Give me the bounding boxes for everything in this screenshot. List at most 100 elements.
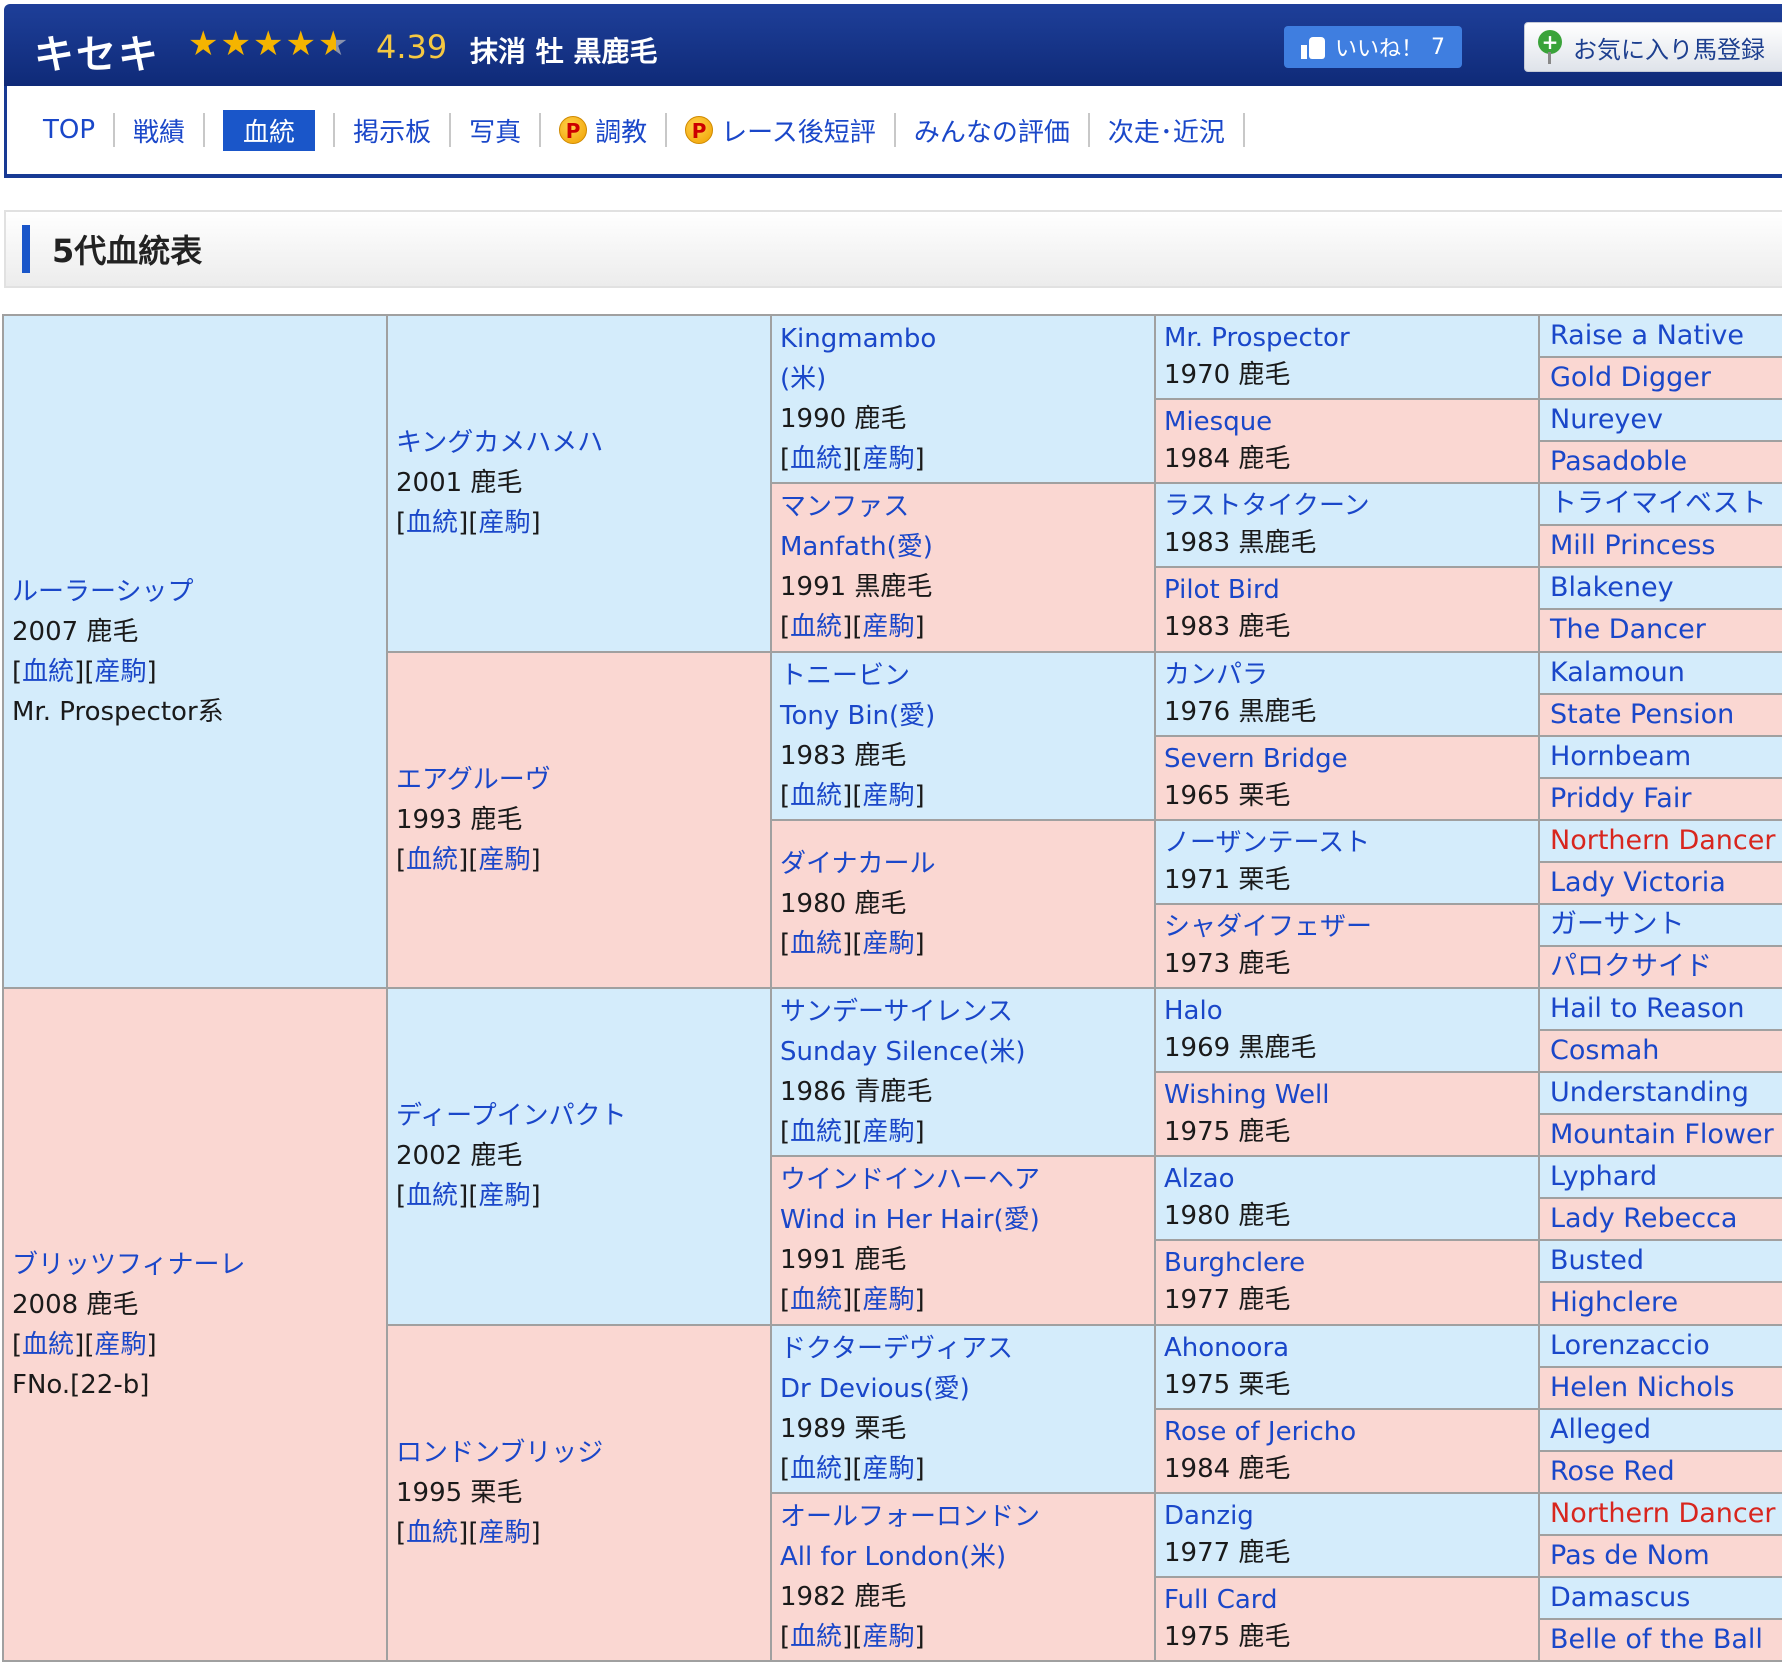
ancestor-name[interactable]: Northern Dancer <box>1540 1494 1782 1532</box>
ancestor-name[interactable]: ウインドインハーヘア <box>780 1160 1148 1200</box>
ancestor-name[interactable]: ノーザンテースト <box>1164 825 1532 862</box>
progeny-link[interactable]: 産駒 <box>862 1454 914 1484</box>
tab-results[interactable]: 戦績 <box>115 113 206 148</box>
ancestor-name[interactable]: Wishing Well <box>1164 1077 1532 1114</box>
ancestor-name[interactable]: Alleged <box>1540 1410 1782 1448</box>
pedigree-link[interactable]: 血統 <box>790 1454 842 1484</box>
ancestor-name[interactable]: キングカメハメハ <box>396 423 764 463</box>
ancestor-name[interactable]: ブリッツフィナーレ <box>12 1245 380 1285</box>
tab-top[interactable]: TOP <box>37 113 116 147</box>
ancestor-name[interactable]: Gold Digger <box>1540 358 1782 396</box>
ancestor-name[interactable]: Mr. Prospector <box>1164 320 1532 357</box>
ancestor-name[interactable]: ダイナカール <box>780 844 1148 884</box>
tab-review[interactable]: P レース後短評 <box>667 113 896 148</box>
ancestor-name-alt[interactable]: Tony Bin(愛) <box>780 696 1148 736</box>
ancestor-name-alt[interactable]: All for London(米) <box>780 1537 1148 1577</box>
tab-pedigree[interactable]: 血統 <box>205 109 336 151</box>
progeny-link[interactable]: 産駒 <box>94 657 146 687</box>
progeny-link[interactable]: 産駒 <box>862 1622 914 1652</box>
ancestor-name[interactable]: Lyphard <box>1540 1157 1782 1195</box>
favorite-horse-button[interactable]: + お気に入り馬登録 <box>1524 22 1782 72</box>
progeny-link[interactable]: 産駒 <box>862 612 914 642</box>
tab-training[interactable]: P 調教 <box>541 113 668 148</box>
ancestor-name[interactable]: The Dancer <box>1540 610 1782 648</box>
ancestor-name[interactable]: Belle of the Ball <box>1540 1620 1782 1658</box>
ancestor-name[interactable]: Danzig <box>1164 1498 1532 1535</box>
pedigree-link[interactable]: 血統 <box>406 508 458 538</box>
ancestor-name[interactable]: Alzao <box>1164 1161 1532 1198</box>
ancestor-name[interactable]: Raise a Native <box>1540 316 1782 354</box>
progeny-link[interactable]: 産駒 <box>862 781 914 811</box>
ancestor-name[interactable]: サンデーサイレンス <box>780 992 1148 1032</box>
ancestor-name[interactable]: Rose Red <box>1540 1452 1782 1490</box>
pedigree-link[interactable]: 血統 <box>790 444 842 474</box>
pedigree-link[interactable]: 血統 <box>790 1622 842 1652</box>
ancestor-name[interactable]: Rose of Jericho <box>1164 1414 1532 1451</box>
ancestor-name[interactable]: Helen Nichols <box>1540 1368 1782 1406</box>
ancestor-name[interactable]: カンパラ <box>1164 657 1532 694</box>
tab-ratings[interactable]: みんなの評価 <box>896 113 1090 148</box>
ancestor-name[interactable]: Lady Victoria <box>1540 863 1782 901</box>
pedigree-link[interactable]: 血統 <box>406 1518 458 1548</box>
ancestor-name[interactable]: ルーラーシップ <box>12 572 380 612</box>
ancestor-name[interactable]: Northern Dancer <box>1540 821 1782 859</box>
pedigree-link[interactable]: 血統 <box>406 845 458 875</box>
ancestor-name[interactable]: Highclere <box>1540 1283 1782 1321</box>
ancestor-name[interactable]: Lady Rebecca <box>1540 1199 1782 1237</box>
progeny-link[interactable]: 産駒 <box>862 1285 914 1315</box>
ancestor-name[interactable]: Lorenzaccio <box>1540 1326 1782 1364</box>
tab-board[interactable]: 掲示板 <box>335 113 452 148</box>
like-button[interactable]: いいね！ 7 <box>1284 26 1462 68</box>
ancestor-name[interactable]: ディープインパクト <box>396 1096 764 1136</box>
ancestor-name[interactable]: トニービン <box>780 656 1148 696</box>
tab-next[interactable]: 次走･近況 <box>1090 113 1245 148</box>
ancestor-name[interactable]: パロクサイド <box>1540 947 1782 985</box>
ancestor-name[interactable]: Kalamoun <box>1540 653 1782 691</box>
pedigree-link[interactable]: 血統 <box>790 612 842 642</box>
ancestor-name[interactable]: State Pension <box>1540 695 1782 733</box>
ancestor-name[interactable]: Busted <box>1540 1241 1782 1279</box>
ancestor-name-alt[interactable]: Manfath(愛) <box>780 527 1148 567</box>
progeny-link[interactable]: 産駒 <box>862 929 914 959</box>
progeny-link[interactable]: 産駒 <box>862 1117 914 1147</box>
ancestor-name[interactable]: Pilot Bird <box>1164 572 1532 609</box>
ancestor-name-alt[interactable]: (米) <box>780 359 1148 399</box>
ancestor-name[interactable]: Miesque <box>1164 404 1532 441</box>
ancestor-name[interactable]: Nureyev <box>1540 400 1782 438</box>
ancestor-name[interactable]: Understanding <box>1540 1073 1782 1111</box>
ancestor-name[interactable]: Hail to Reason <box>1540 989 1782 1027</box>
ancestor-name[interactable]: Burghclere <box>1164 1245 1532 1282</box>
ancestor-name[interactable]: オールフォーロンドン <box>780 1497 1148 1537</box>
ancestor-name[interactable]: Blakeney <box>1540 568 1782 606</box>
progeny-link[interactable]: 産駒 <box>478 1518 530 1548</box>
progeny-link[interactable]: 産駒 <box>862 444 914 474</box>
ancestor-name[interactable]: Kingmambo <box>780 319 1148 359</box>
pedigree-link[interactable]: 血統 <box>790 1285 842 1315</box>
ancestor-name[interactable]: Halo <box>1164 993 1532 1030</box>
ancestor-name[interactable]: Cosmah <box>1540 1031 1782 1069</box>
ancestor-name[interactable]: Pas de Nom <box>1540 1536 1782 1574</box>
ancestor-name[interactable]: Severn Bridge <box>1164 741 1532 778</box>
tab-photos[interactable]: 写真 <box>451 113 542 148</box>
ancestor-name[interactable]: ラストタイクーン <box>1164 488 1532 525</box>
progeny-link[interactable]: 産駒 <box>478 508 530 538</box>
pedigree-link[interactable]: 血統 <box>22 1330 74 1360</box>
pedigree-link[interactable]: 血統 <box>22 657 74 687</box>
ancestor-name[interactable]: Full Card <box>1164 1582 1532 1619</box>
ancestor-name[interactable]: ガーサント <box>1540 905 1782 943</box>
ancestor-name[interactable]: Priddy Fair <box>1540 779 1782 817</box>
ancestor-name[interactable]: ロンドンブリッジ <box>396 1433 764 1473</box>
ancestor-name[interactable]: シャダイフェザー <box>1164 909 1532 946</box>
progeny-link[interactable]: 産駒 <box>94 1330 146 1360</box>
ancestor-name[interactable]: Damascus <box>1540 1578 1782 1616</box>
ancestor-name-alt[interactable]: Sunday Silence(米) <box>780 1032 1148 1072</box>
progeny-link[interactable]: 産駒 <box>478 1181 530 1211</box>
pedigree-link[interactable]: 血統 <box>406 1181 458 1211</box>
pedigree-link[interactable]: 血統 <box>790 781 842 811</box>
pedigree-link[interactable]: 血統 <box>790 1117 842 1147</box>
pedigree-link[interactable]: 血統 <box>790 929 842 959</box>
ancestor-name-alt[interactable]: Dr Devious(愛) <box>780 1369 1148 1409</box>
ancestor-name[interactable]: エアグルーヴ <box>396 760 764 800</box>
ancestor-name[interactable]: Pasadoble <box>1540 442 1782 480</box>
ancestor-name[interactable]: Mill Princess <box>1540 526 1782 564</box>
